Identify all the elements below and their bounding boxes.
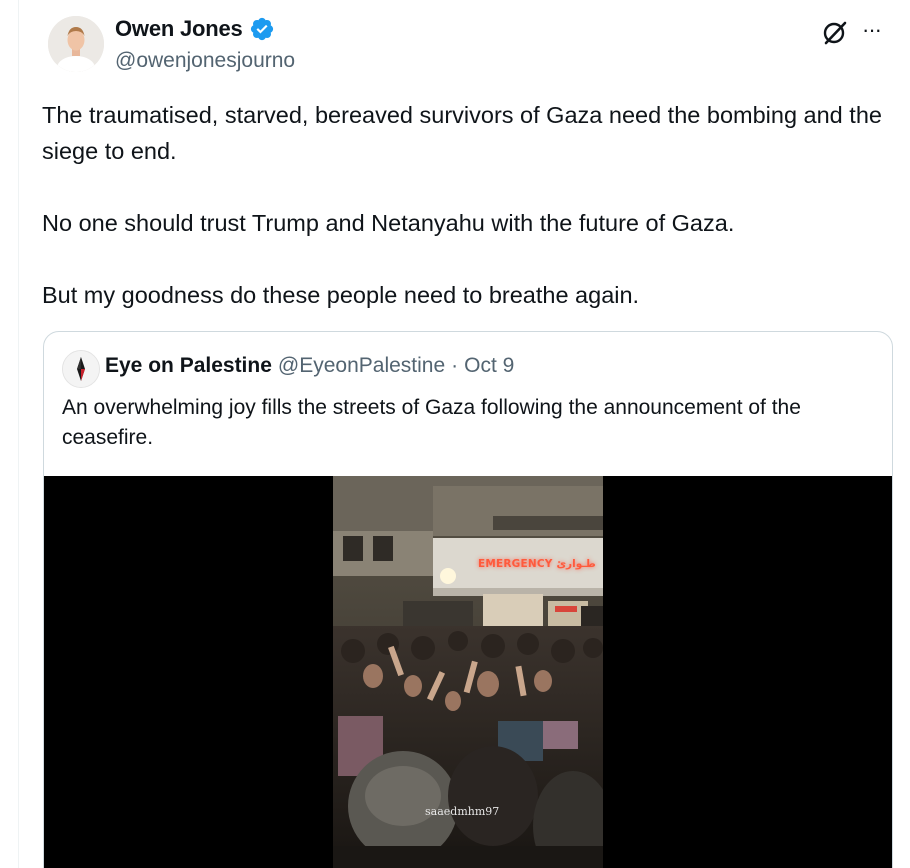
tweet-body: The traumatised, starved, bereaved survi…	[42, 97, 892, 313]
quoted-display-name[interactable]: Eye on Palestine	[105, 354, 272, 378]
separator-dot: ·	[451, 354, 459, 377]
quoted-handle[interactable]: @EyeonPalestine	[278, 354, 445, 378]
tweet-paragraph: But my goodness do these people need to …	[42, 282, 640, 308]
more-options-icon[interactable]: ···	[862, 19, 892, 41]
video-frame: EMERGENCY طـوارئ saaedmhm97	[333, 476, 603, 868]
grok-icon[interactable]	[820, 18, 850, 48]
video-watermark: saaedmhm97	[425, 805, 500, 818]
profile-photo-icon	[48, 16, 104, 72]
tweet-paragraph: The traumatised, starved, bereaved survi…	[42, 102, 882, 164]
tweet-paragraph: No one should trust Trump and Netanyahu …	[42, 210, 735, 236]
keffiyeh-pin-icon	[63, 351, 99, 387]
quoted-tweet-header: Eye on Palestine @EyeonPalestine · Oct 9	[105, 354, 514, 378]
quoted-author-avatar[interactable]	[62, 350, 100, 388]
author-avatar[interactable]	[48, 16, 104, 72]
verified-badge-icon[interactable]	[249, 16, 275, 42]
quoted-tweet-text: An overwhelming joy fills the streets of…	[62, 396, 801, 449]
author-name-row: Owen Jones	[115, 16, 275, 42]
video-player[interactable]: EMERGENCY طـوارئ saaedmhm97	[44, 476, 892, 868]
quoted-tweet-card[interactable]: Eye on Palestine @EyeonPalestine · Oct 9…	[43, 331, 893, 868]
quoted-date[interactable]: Oct 9	[464, 354, 514, 378]
author-handle[interactable]: @owenjonesjourno	[115, 49, 295, 73]
tweet-page: Owen Jones @owenjonesjourno ··· The trau…	[0, 0, 910, 868]
author-display-name[interactable]: Owen Jones	[115, 16, 243, 42]
emergency-sign-text: EMERGENCY طـوارئ	[478, 558, 596, 570]
timeline-border	[18, 0, 19, 868]
